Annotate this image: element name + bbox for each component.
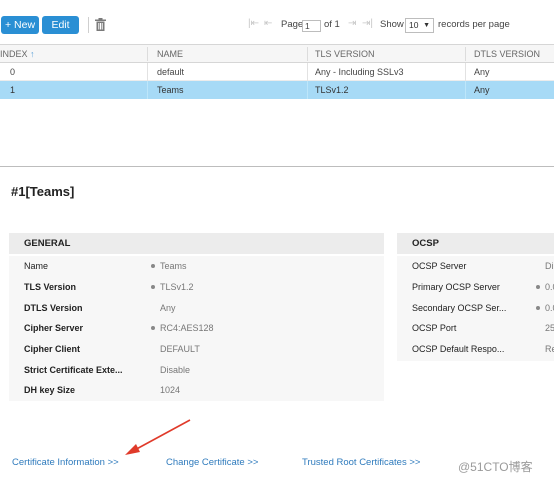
column-header-dtls-version[interactable]: DTLS VERSION <box>474 45 540 63</box>
field-value: 1024 <box>160 385 181 395</box>
bullet-icon <box>151 264 155 268</box>
column-divider <box>307 81 308 99</box>
certificate-information-link[interactable]: Certificate Information >> <box>12 457 119 468</box>
field-label: Cipher Client <box>24 344 81 354</box>
next-page-icon[interactable]: ⇥ <box>348 18 356 29</box>
edit-button[interactable]: Edit <box>42 16 79 34</box>
field-value: 0.0 <box>545 303 554 313</box>
field-value: Disable <box>160 365 191 375</box>
page-label: Page <box>281 19 304 30</box>
column-divider <box>147 81 148 99</box>
field-label: Strict Certificate Exte... <box>24 365 123 375</box>
column-header-index[interactable]: INDEX ↑ <box>0 45 35 63</box>
cell-name: Teams <box>157 85 184 95</box>
toolbar-divider <box>88 17 89 33</box>
field-label: DH key Size <box>24 385 76 395</box>
column-divider <box>307 63 308 81</box>
table-bottom-border[interactable] <box>0 166 554 167</box>
column-header-tls-version[interactable]: TLS VERSION <box>315 45 375 63</box>
cell-tls-version: Any - Including SSLv3 <box>315 67 404 77</box>
cell-index: 1 <box>10 85 16 95</box>
column-divider <box>307 47 308 61</box>
field-label: Name <box>24 261 49 271</box>
table-row[interactable]: 0 default Any - Including SSLv3 Any <box>0 63 554 81</box>
column-header-name[interactable]: NAME <box>157 45 183 63</box>
show-label: Show <box>380 19 404 30</box>
change-certificate-link[interactable]: Change Certificate >> <box>166 457 258 468</box>
first-page-icon[interactable]: |⇤ <box>248 18 259 29</box>
toolbar: + New Edit |⇤ ⇤ Page 1 of 1 ⇥ ⇥| Show 10… <box>0 0 554 44</box>
column-divider <box>465 81 466 99</box>
general-panel-header: GENERAL <box>9 233 384 254</box>
caret-down-icon: ▼ <box>423 22 430 29</box>
field-label: Cipher Server <box>24 323 84 333</box>
page-count-label: of 1 <box>324 19 340 30</box>
field-label: TLS Version <box>24 282 77 292</box>
field-value: 0.0 <box>545 282 554 292</box>
new-button[interactable]: + New <box>1 16 39 34</box>
ocsp-panel-header: OCSP <box>397 233 554 254</box>
column-divider <box>465 47 466 61</box>
field-label: OCSP Server <box>412 261 467 271</box>
bullet-icon <box>536 285 540 289</box>
cell-tls-version: TLSv1.2 <box>315 85 349 95</box>
field-label: Primary OCSP Server <box>412 282 500 292</box>
field-value: TLSv1.2 <box>160 282 194 292</box>
field-value: Re <box>545 344 554 354</box>
prev-page-icon[interactable]: ⇤ <box>264 18 272 29</box>
field-label: Secondary OCSP Ser... <box>412 303 507 313</box>
last-page-icon[interactable]: ⇥| <box>362 18 373 29</box>
column-divider <box>465 63 466 81</box>
trusted-root-certificates-link[interactable]: Trusted Root Certificates >> <box>302 457 420 468</box>
table-header: INDEX ↑ NAME TLS VERSION DTLS VERSION <box>0 44 554 63</box>
records-label: records per page <box>438 19 510 30</box>
page-number-input[interactable]: 1 <box>302 20 321 32</box>
field-value: DEFAULT <box>160 344 200 354</box>
field-value: Teams <box>160 261 187 271</box>
sort-ascending-icon[interactable]: ↑ <box>30 49 35 59</box>
field-label: OCSP Default Respo... <box>412 344 505 354</box>
records-per-page-value: 10 <box>409 20 419 30</box>
bullet-icon <box>151 285 155 289</box>
detail-title: #1[Teams] <box>11 184 75 199</box>
table-row-selected[interactable]: 1 Teams TLSv1.2 Any <box>0 81 554 99</box>
ocsp-panel: OCSP Server Di Primary OCSP Server 0.0 S… <box>397 256 554 361</box>
field-value: RC4:AES128 <box>160 323 214 333</box>
field-value: Any <box>160 303 176 313</box>
column-divider <box>147 63 148 81</box>
trash-icon[interactable] <box>95 18 106 31</box>
records-per-page-select[interactable]: 10 ▼ <box>405 18 434 33</box>
field-value: 25 <box>545 323 554 333</box>
field-value: Di <box>545 261 554 271</box>
bullet-icon <box>536 306 540 310</box>
cell-dtls-version: Any <box>474 67 490 77</box>
field-label: DTLS Version <box>24 303 83 313</box>
column-divider <box>147 47 148 61</box>
bullet-icon <box>151 326 155 330</box>
field-label: OCSP Port <box>412 323 457 333</box>
general-panel: Name Teams TLS Version TLSv1.2 DTLS Vers… <box>9 256 384 401</box>
watermark: @51CTO博客 <box>458 460 533 474</box>
cell-index: 0 <box>10 67 16 77</box>
cell-dtls-version: Any <box>474 85 490 95</box>
cell-name: default <box>157 67 185 77</box>
